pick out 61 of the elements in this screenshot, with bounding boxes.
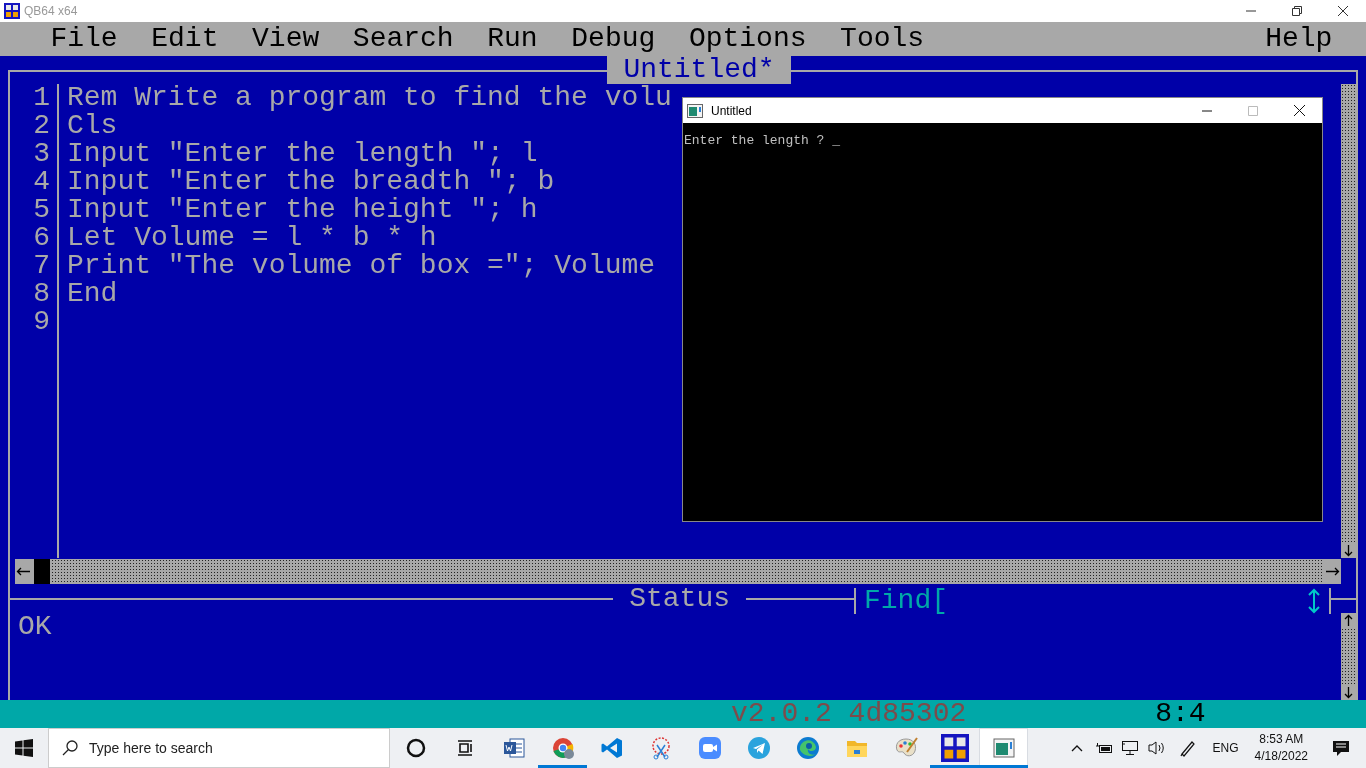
cursor-position: 8:4 [1155,700,1206,728]
code-line: Print "The volume of box ="; Volume [66,250,656,281]
window-icon [687,103,703,118]
edge-browser-icon [794,735,821,761]
window-title: QB64 x64 [24,3,78,20]
menu-item[interactable]: Search [352,25,454,53]
close-icon [1293,105,1305,116]
language-indicator[interactable]: ENG [1212,739,1239,757]
line-number: 7 [32,252,50,280]
maximize-icon [1248,105,1258,116]
menu-item[interactable]: Debug [571,25,656,53]
clock-date[interactable]: 4/18/2022 [1254,749,1308,763]
line-number: 6 [32,224,50,252]
pen-icon[interactable] [1178,739,1197,757]
file-title: Untitled* [606,56,792,84]
notification-icon[interactable] [1332,739,1350,757]
battery-icon[interactable] [1094,742,1113,754]
line-number: 2 [32,112,50,140]
console-window-icon [990,735,1017,761]
code-line: Rem Write a program to find the volu [66,84,672,113]
network-icon[interactable] [1120,740,1139,756]
close-icon [1338,6,1348,16]
status-title: Status [628,585,731,613]
console-title: Untitled [711,102,752,120]
menu-item[interactable]: File [50,25,118,53]
windows-logo-icon [15,739,33,757]
menu-item[interactable]: Edit [151,25,219,53]
video-camera-icon [696,735,723,761]
code-line: Input "Enter the length "; l [66,138,538,169]
menu-item[interactable]: Tools [840,25,925,53]
version-label: v2.0.2 4d85302 [731,700,967,728]
line-number: 8 [32,280,50,308]
chevron-up-icon[interactable] [1070,744,1083,752]
menu-item[interactable]: View [252,25,320,53]
line-number: 9 [32,308,50,336]
code-line: Cls [66,110,118,141]
code-line: Input "Enter the height "; h [66,194,538,225]
line-number: 3 [32,140,50,168]
clock-time[interactable]: 8:53 AM [1259,732,1304,746]
console-output: Enter the length ? _ [683,133,842,148]
up-down-arrow-icon[interactable] [1307,588,1321,614]
qb64-logo-icon [940,734,969,762]
volume-icon[interactable] [1146,740,1167,756]
menu-item[interactable]: Run [487,25,538,53]
line-number: 5 [32,196,50,224]
code-line: Input "Enter the breadth "; b [66,166,555,197]
menu-item[interactable]: Options [688,25,807,53]
search-field[interactable]: Type here to search [48,728,390,768]
restore-icon [1292,6,1302,16]
code-line: End [66,278,118,309]
line-number: 4 [32,168,50,196]
line-number: 1 [32,84,50,112]
menu-item[interactable]: Help [1265,25,1333,53]
find-label: Find[ [863,587,948,615]
status-message: OK [18,611,52,642]
app-icon [4,3,20,19]
search-icon [62,740,78,756]
code-line: Let Volume = l * b * h [66,222,437,253]
paper-plane-icon [745,735,772,761]
horizontal-scrollbar[interactable] [15,559,1341,584]
scroll-thumb[interactable] [34,559,50,584]
